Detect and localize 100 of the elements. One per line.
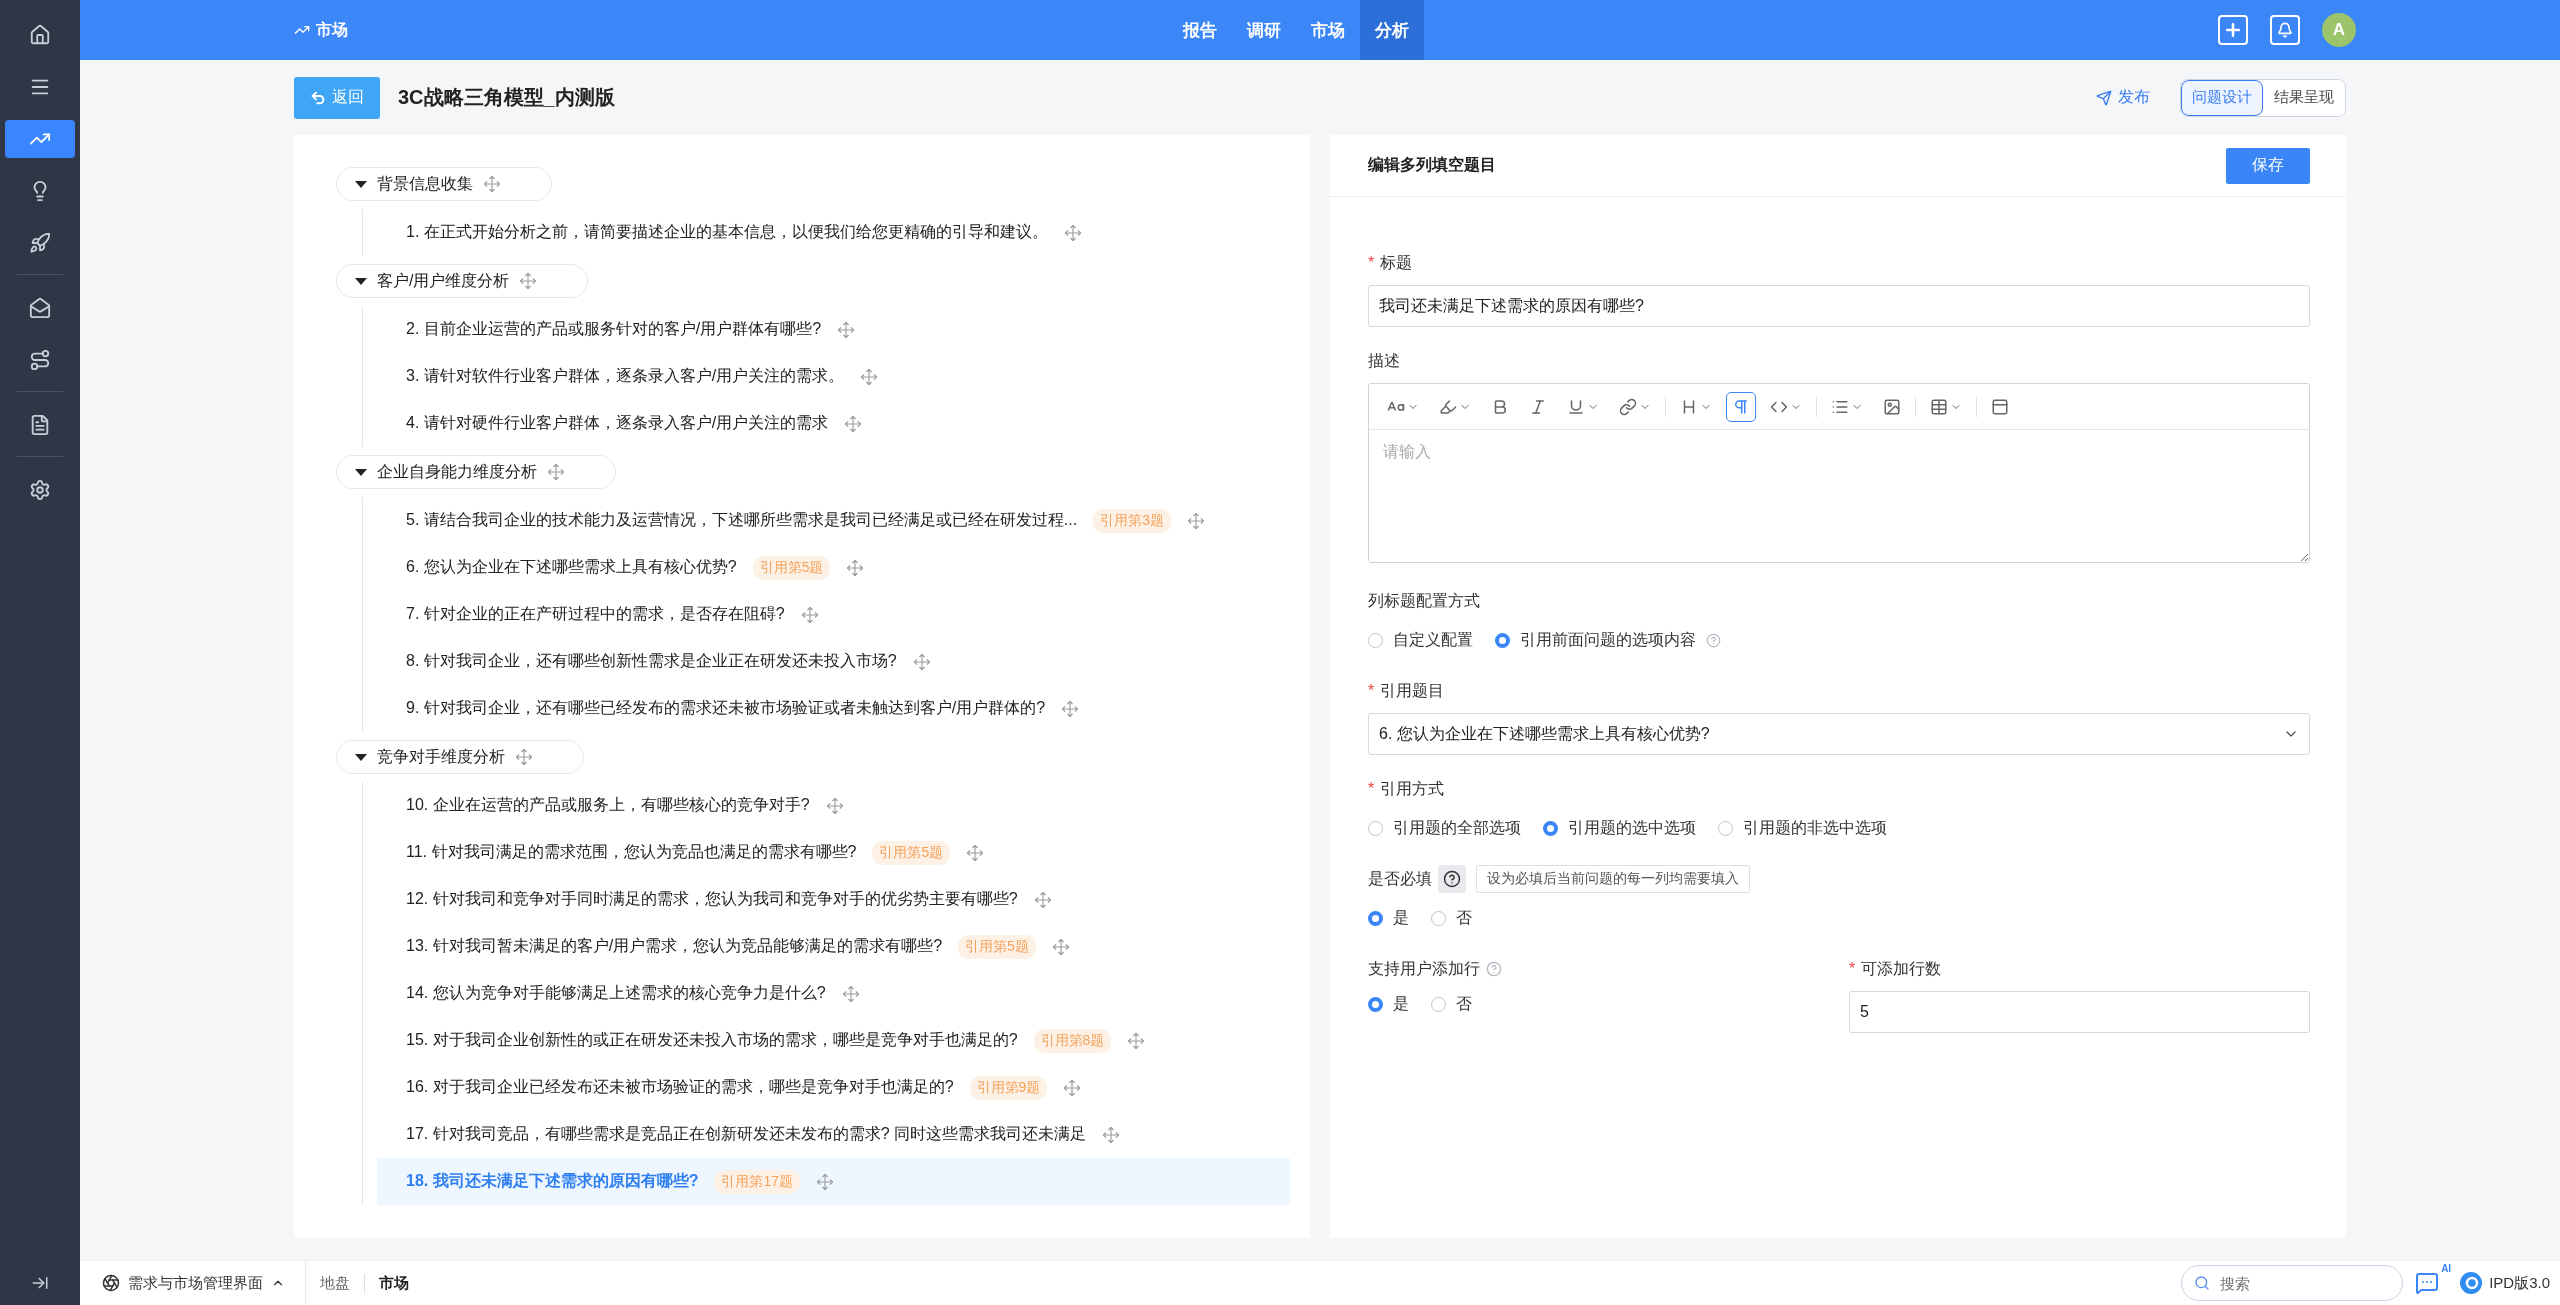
- drag-handle-icon[interactable]: [966, 843, 985, 862]
- field-label: 引用方式: [1380, 778, 1445, 799]
- reference-tag: 引用第5题: [872, 840, 951, 865]
- send-icon: [2096, 89, 2112, 106]
- view-tab[interactable]: 结果呈现: [2263, 79, 2345, 116]
- drag-handle-icon[interactable]: [860, 367, 879, 386]
- radio-option[interactable]: 自定义配置: [1368, 629, 1473, 651]
- radio-option[interactable]: 是: [1368, 993, 1409, 1015]
- radio-option[interactable]: 否: [1431, 907, 1472, 929]
- rich-text-editor[interactable]: 请输入: [1368, 383, 2310, 563]
- question-row[interactable]: 10. 企业在运营的产品或服务上，有哪些核心的竞争对手?: [377, 782, 1290, 829]
- drag-handle-icon[interactable]: [837, 320, 856, 339]
- radio-dot[interactable]: [1368, 632, 1383, 648]
- link-icon: [1619, 397, 1637, 416]
- question-text: 14. 您认为竞争对手能够满足上述需求的核心竞争力是什么?: [406, 983, 826, 1003]
- nav-tab[interactable]: 分析: [1360, 0, 1424, 60]
- question-row[interactable]: 11. 针对我司满足的需求范围，您认为竞品也满足的需求有哪些? 引用第5题: [377, 829, 1290, 876]
- search-field[interactable]: 搜索: [2181, 1265, 2404, 1301]
- caret-icon[interactable]: [355, 753, 367, 761]
- drag-handle-icon[interactable]: [483, 175, 501, 193]
- workspace-switcher[interactable]: 需求与市场管理界面: [102, 1260, 306, 1305]
- drag-handle-icon[interactable]: [1127, 1031, 1146, 1050]
- radio-option[interactable]: 引用前面问题的选项内容: [1495, 629, 1721, 651]
- nav-tab[interactable]: 市场: [1296, 0, 1360, 60]
- reference-tag: 引用第5题: [752, 555, 831, 580]
- drag-handle-icon[interactable]: [841, 984, 860, 1003]
- drag-handle-icon[interactable]: [816, 1172, 835, 1191]
- drag-handle-icon[interactable]: [1061, 699, 1080, 718]
- radio-option[interactable]: 引用题的全部选项: [1368, 817, 1521, 839]
- question-text: 4. 请针对硬件行业客户群体，逐条录入客户/用户关注的需求: [406, 413, 829, 433]
- drag-handle-icon[interactable]: [846, 558, 865, 577]
- title-input[interactable]: 我司还未满足下述需求的原因有哪些?: [1368, 285, 2310, 327]
- nav-tab[interactable]: 调研: [1232, 0, 1296, 60]
- toolbar-button[interactable]: [1726, 391, 1756, 422]
- question-row[interactable]: 6. 您认为企业在下述哪些需求上具有核心优势? 引用第5题: [377, 544, 1290, 591]
- question-row[interactable]: 7. 针对企业的正在产研过程中的需求，是否存在阻碍?: [377, 591, 1290, 638]
- image-icon: [1883, 397, 1901, 416]
- question-row[interactable]: 18. 我司还未满足下述需求的原因有哪些? 引用第17题: [377, 1158, 1290, 1205]
- field-label: 标题: [1380, 252, 1413, 273]
- caret-icon[interactable]: [355, 468, 367, 476]
- drag-handle-icon[interactable]: [800, 605, 819, 624]
- settings-icon: [29, 479, 51, 501]
- question-row[interactable]: 1. 在正式开始分析之前，请简要描述企业的基本信息，以便我们给您更精确的引导和建议。: [377, 209, 1290, 256]
- question-row[interactable]: 4. 请针对硬件行业客户群体，逐条录入客户/用户关注的需求: [377, 400, 1290, 447]
- save-button[interactable]: 保存: [2226, 147, 2310, 184]
- caret-icon[interactable]: [355, 180, 367, 188]
- publish-link[interactable]: 发布: [2096, 87, 2150, 108]
- radio-option[interactable]: 引用题的选中选项: [1543, 817, 1696, 839]
- radio-dot[interactable]: [1368, 910, 1383, 926]
- drag-handle-icon[interactable]: [515, 748, 533, 766]
- radio-option[interactable]: 否: [1431, 993, 1472, 1015]
- drag-handle-icon[interactable]: [519, 272, 538, 290]
- radio-dot[interactable]: [1718, 820, 1733, 836]
- drag-handle-icon[interactable]: [1051, 937, 1070, 956]
- question-text: 3. 请针对软件行业客户群体，逐条录入客户/用户关注的需求。: [406, 366, 845, 386]
- view-tab[interactable]: 问题设计: [2181, 79, 2263, 116]
- drag-handle-icon[interactable]: [547, 463, 565, 481]
- question-select[interactable]: 6. 您认为企业在下述哪些需求上具有核心优势?: [1368, 713, 2310, 755]
- help-button[interactable]: [1438, 865, 1466, 893]
- field-label: 可添加行数: [1861, 958, 1942, 979]
- caret-icon[interactable]: [355, 277, 367, 285]
- help-icon[interactable]: [1706, 632, 1721, 648]
- breadcrumb-link[interactable]: 市场: [364, 1273, 423, 1293]
- radio-dot[interactable]: [1368, 820, 1383, 836]
- row-count-input[interactable]: 5: [1849, 991, 2310, 1033]
- radio-option[interactable]: 引用题的非选中选项: [1718, 817, 1887, 839]
- drag-handle-icon[interactable]: [825, 796, 844, 815]
- drag-handle-icon[interactable]: [844, 414, 863, 433]
- question-row[interactable]: 13. 针对我司暂未满足的客户/用户需求，您认为竞品能够满足的需求有哪些? 引用第5题: [377, 923, 1290, 970]
- question-row[interactable]: 3. 请针对软件行业客户群体，逐条录入客户/用户关注的需求。: [377, 353, 1290, 400]
- radio-option[interactable]: 是: [1368, 907, 1409, 929]
- field-label: 引用题目: [1380, 680, 1445, 701]
- drag-handle-icon[interactable]: [1063, 1078, 1082, 1097]
- breadcrumb-link[interactable]: 地盘: [306, 1273, 364, 1293]
- drag-handle-icon[interactable]: [1102, 1125, 1121, 1144]
- section-title: 企业自身能力维度分析: [377, 461, 537, 482]
- section-title: 客户/用户维度分析: [377, 270, 510, 291]
- question-row[interactable]: 8. 针对我司企业，还有哪些创新性需求是企业正在研发还未投入市场?: [377, 638, 1290, 685]
- question-row[interactable]: 17. 针对我司竞品，有哪些需求是竞品正在创新研发还未发布的需求? 同时这些需求我司还未满足: [377, 1111, 1290, 1158]
- question-row[interactable]: 12. 针对我司和竞争对手同时满足的需求，您认为我司和竞争对手的优劣势主要有哪些?: [377, 876, 1290, 923]
- question-row[interactable]: 16. 对于我司企业已经发布还未被市场验证的需求，哪些是竞争对手也满足的? 引用第9题: [377, 1064, 1290, 1111]
- radio-dot[interactable]: [1543, 820, 1558, 836]
- drag-handle-icon[interactable]: [1063, 223, 1082, 242]
- chat-icon[interactable]: [2415, 1271, 2440, 1295]
- add-button[interactable]: [2218, 15, 2248, 45]
- radio-dot[interactable]: [1431, 996, 1446, 1012]
- question-row[interactable]: 14. 您认为竞争对手能够满足上述需求的核心竞争力是什么?: [377, 970, 1290, 1017]
- notification-button[interactable]: [2270, 15, 2300, 45]
- question-row[interactable]: 15. 对于我司企业创新性的或正在研发还未投入市场的需求，哪些是竞争对手也满足的? 引用第8题: [377, 1017, 1290, 1064]
- help-icon[interactable]: [1486, 961, 1502, 977]
- question-row[interactable]: 5. 请结合我司企业的技术能力及运营情况，下述哪所些需求是我司已经满足或已经在研发过程... 引用第3题: [377, 497, 1290, 544]
- drag-handle-icon[interactable]: [1186, 511, 1205, 530]
- drag-handle-icon[interactable]: [1033, 890, 1052, 909]
- question-row[interactable]: 9. 针对我司企业，还有哪些已经发布的需求还未被市场验证或者未触达到客户/用户群体的?: [377, 685, 1290, 732]
- radio-dot[interactable]: [1431, 910, 1446, 926]
- radio-dot[interactable]: [1368, 996, 1383, 1012]
- question-row[interactable]: 2. 目前企业运营的产品或服务针对的客户/用户群体有哪些?: [377, 306, 1290, 353]
- nav-tab[interactable]: 报告: [1168, 0, 1232, 60]
- drag-handle-icon[interactable]: [912, 652, 931, 671]
- radio-dot[interactable]: [1495, 632, 1510, 648]
